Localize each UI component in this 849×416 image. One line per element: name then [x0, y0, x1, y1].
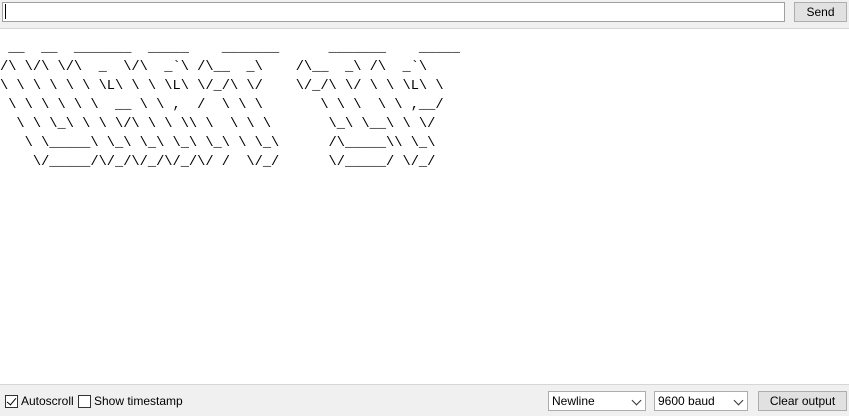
line-ending-select[interactable]: Newline	[548, 391, 646, 411]
send-bar: Send	[0, 0, 849, 27]
chevron-down-icon	[733, 395, 744, 406]
send-button[interactable]: Send	[794, 2, 847, 22]
line-ending-value: Newline	[552, 394, 595, 408]
autoscroll-label: Autoscroll	[21, 394, 74, 408]
baud-rate-value: 9600 baud	[658, 394, 715, 408]
serial-monitor-window: Send __ __ _______ _____ _______ _______…	[0, 0, 849, 416]
autoscroll-checkbox[interactable]	[5, 394, 18, 408]
serial-output-text: __ __ _______ _____ _______ _______ ____…	[0, 41, 460, 170]
serial-input-field[interactable]	[2, 2, 785, 22]
timestamp-toggle[interactable]: Show timestamp	[78, 394, 183, 408]
serial-output-area[interactable]: __ __ _______ _____ _______ _______ ____…	[0, 28, 849, 385]
timestamp-label: Show timestamp	[94, 394, 183, 408]
baud-rate-select[interactable]: 9600 baud	[654, 391, 748, 411]
autoscroll-toggle[interactable]: Autoscroll	[5, 394, 74, 408]
status-bar: Autoscroll Show timestamp Newline 9600 b…	[0, 386, 849, 416]
timestamp-checkbox[interactable]	[78, 394, 91, 408]
text-caret	[5, 4, 6, 19]
clear-output-button[interactable]: Clear output	[758, 391, 847, 411]
chevron-down-icon	[631, 395, 642, 406]
